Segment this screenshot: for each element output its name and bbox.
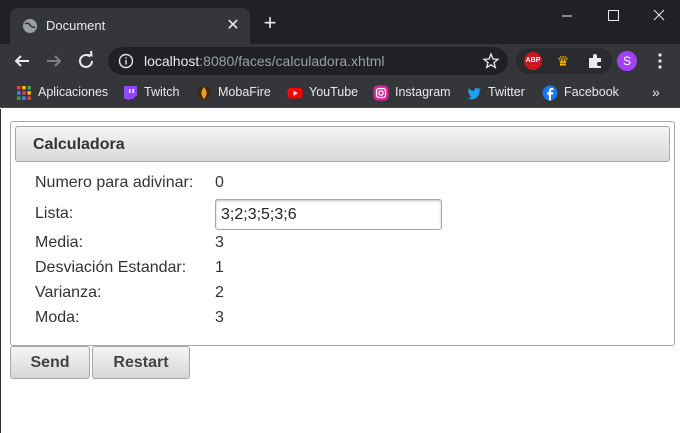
bookmark-label: Twitch — [144, 85, 180, 99]
minimize-button[interactable] — [544, 0, 590, 32]
youtube-icon — [287, 88, 303, 99]
maximize-icon — [608, 10, 619, 21]
maximize-button[interactable] — [590, 0, 636, 32]
reload-icon[interactable] — [74, 49, 98, 73]
mobafire-icon — [197, 86, 211, 100]
send-button[interactable]: Send — [10, 346, 90, 379]
browser-tab[interactable]: Document ✕ — [10, 8, 250, 44]
tab-close-icon[interactable]: ✕ — [224, 17, 242, 35]
instagram-icon — [373, 85, 389, 101]
bookmark-label: Twitter — [488, 85, 525, 99]
facebook-icon — [542, 85, 558, 101]
lista-label: Lista: — [35, 205, 74, 222]
close-icon — [653, 9, 665, 21]
url-text[interactable]: localhost:8080/faces/calculadora.xhtml — [144, 53, 384, 69]
moda-label: Moda: — [35, 309, 80, 326]
media-label: Media: — [35, 234, 84, 251]
extensions-area: ABP ♛ — [516, 48, 612, 74]
back-icon[interactable] — [10, 49, 34, 73]
bookmarks-overflow-icon[interactable]: » — [652, 84, 660, 100]
minimize-icon — [562, 15, 572, 17]
numero-label: Numero para adivinar: — [35, 174, 194, 191]
panel-title: Calculadora — [33, 136, 125, 153]
desviacion-label: Desviación Estandar: — [35, 259, 187, 276]
bookmark-label: Aplicaciones — [38, 85, 109, 99]
bookmark-label: MobaFire — [218, 85, 271, 99]
varianza-value: 2 — [215, 284, 224, 301]
lista-input[interactable] — [216, 200, 441, 229]
panel-header: Calculadora — [15, 126, 670, 162]
puzzle-icon[interactable] — [586, 52, 604, 70]
crown-extension-icon[interactable]: ♛ — [554, 52, 572, 70]
bookmark-label: Instagram — [395, 85, 451, 99]
twitter-icon — [467, 88, 481, 100]
more-menu-icon[interactable] — [650, 51, 670, 71]
adblock-plus-icon[interactable]: ABP — [524, 52, 542, 70]
bookmarks-bar: Aplicaciones Twitch MobaFire YouTube Ins… — [0, 78, 680, 108]
url-path: :8080/faces/calculadora.xhtml — [199, 53, 385, 69]
close-window-button[interactable] — [636, 0, 680, 32]
bookmark-label: YouTube — [309, 85, 359, 99]
page-content: Calculadora Numero para adivinar: 0 List… — [0, 109, 680, 433]
numero-value: 0 — [215, 174, 224, 191]
browser-toolbar: localhost:8080/faces/calculadora.xhtml A… — [0, 44, 680, 78]
calculator-panel: Calculadora Numero para adivinar: 0 List… — [10, 121, 675, 346]
globe-icon — [23, 19, 37, 33]
lista-input-wrapper — [215, 199, 442, 230]
varianza-label: Varianza: — [35, 284, 102, 301]
restart-button[interactable]: Restart — [92, 346, 190, 379]
star-icon[interactable] — [482, 52, 500, 70]
url-host: localhost — [144, 53, 200, 69]
twitch-icon — [124, 86, 137, 101]
info-icon[interactable] — [118, 53, 134, 69]
new-tab-button[interactable]: + — [258, 12, 282, 36]
media-value: 3 — [215, 234, 224, 251]
moda-value: 3 — [215, 309, 224, 326]
bookmark-label: Facebook — [564, 85, 619, 99]
forward-icon[interactable] — [42, 49, 66, 73]
desviacion-value: 1 — [215, 259, 224, 276]
tab-title: Document — [46, 18, 106, 33]
address-bar[interactable]: localhost:8080/faces/calculadora.xhtml — [108, 47, 508, 75]
browser-title-bar: Document ✕ + — [0, 0, 680, 44]
profile-avatar[interactable]: S — [617, 51, 637, 71]
apps-grid-icon — [17, 86, 31, 100]
